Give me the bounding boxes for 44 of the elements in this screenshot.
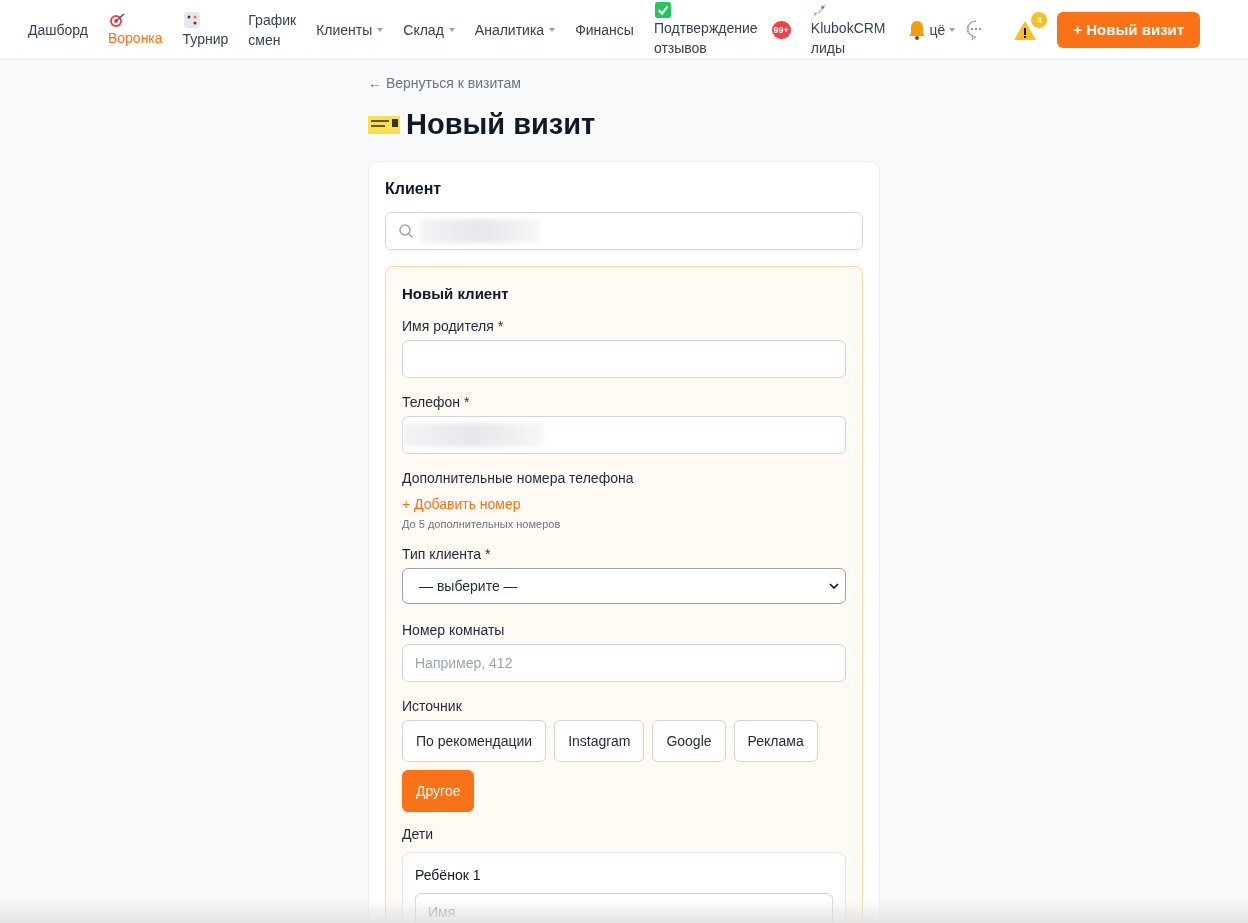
nav-item[interactable]: KlubokCRM лиды [810,1,886,58]
caret-icon [949,27,956,32]
field-label: Источник [402,698,463,714]
phone-field[interactable] [402,416,846,454]
more-menu[interactable]: цё [929,21,956,38]
ticket-icon [368,115,400,134]
input-field[interactable]: Например, 412 [402,644,846,682]
page-title: Новый визит [406,108,596,141]
field-label: Дополнительные номера телефона [402,470,635,486]
chevron-icon [829,583,839,589]
client-search-field[interactable] [385,212,863,250]
field-label: Имя родителя * [402,318,505,334]
caret-icon [448,27,455,32]
field-label: Телефон * [402,394,471,410]
count-badge: 4 [1031,11,1048,28]
field-label: Номер комнаты [402,622,506,638]
hint-text: До 5 дополнительных номеров [402,518,562,530]
source-option[interactable]: Google [652,720,726,762]
nav-item[interactable]: Турнир [182,10,229,49]
source-option[interactable]: Реклама [733,720,818,762]
source-option[interactable]: По рекомендации [402,720,547,762]
caret-icon [377,27,384,32]
client-type-select[interactable]: — выберите — [402,568,846,604]
field-label: Дети [402,826,435,842]
count-badge: 99+ [771,20,791,39]
child-heading: Ребёнок 1 [415,867,482,883]
nav-item[interactable]: Аналитика [474,19,556,40]
nav-item[interactable]: Подтверждение отзывов [653,1,758,58]
nav-item[interactable]: Склад [403,19,455,40]
nav-item[interactable]: Финансы [575,19,634,40]
input-field[interactable] [402,340,846,378]
source-option[interactable]: Instagram [554,720,645,762]
nav-item[interactable]: График смен [248,9,297,50]
caret-icon [549,27,556,32]
nav-item[interactable]: Клиенты [316,19,384,40]
back-link[interactable]: ← Вернуться к визитам [368,75,521,91]
dice-icon [182,10,201,29]
target-icon [107,11,126,28]
section-heading: Клиент [385,180,443,198]
input-field[interactable]: Имя [415,893,833,922]
search-icon [398,223,414,239]
section-heading: Новый клиент [402,285,510,302]
field-label: Тип клиента * [402,546,492,562]
nav-item[interactable]: Дашборд [28,19,88,40]
